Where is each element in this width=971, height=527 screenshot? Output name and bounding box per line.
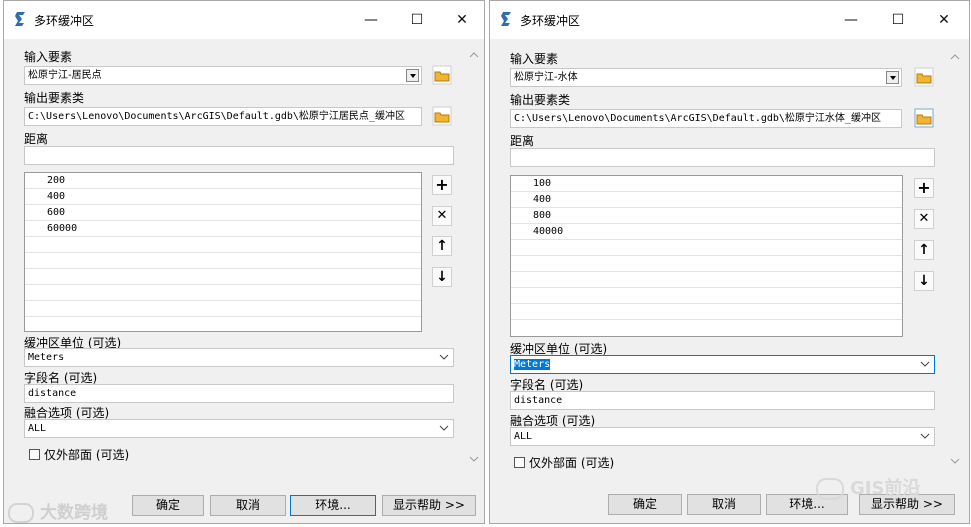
left-environments-button[interactable]: 环境...: [290, 495, 376, 516]
list-item-empty: [25, 269, 421, 285]
left-remove-icon[interactable]: ✕: [432, 206, 452, 226]
right-add-icon[interactable]: +: [914, 178, 934, 198]
right-move-down-icon[interactable]: ↓: [914, 271, 934, 291]
right-close-button[interactable]: ✕: [929, 7, 959, 33]
right-field-input[interactable]: distance: [510, 391, 935, 410]
left-close-button[interactable]: ✕: [447, 7, 477, 33]
list-item[interactable]: 200: [25, 173, 421, 189]
right-outside-only-label: 仅外部面 (可选): [529, 456, 615, 470]
right-input-combo[interactable]: 松原宁江-水体: [510, 68, 902, 87]
left-distance-list[interactable]: 200 400 600 60000: [24, 172, 422, 332]
left-outside-only-label: 仅外部面 (可选): [44, 448, 130, 462]
dropdown-arrow-icon[interactable]: [886, 71, 899, 84]
left-move-down-icon[interactable]: ↓: [432, 267, 452, 287]
right-remove-icon[interactable]: ✕: [914, 209, 934, 229]
right-minimize-button[interactable]: —: [836, 7, 866, 33]
list-item[interactable]: 40000: [511, 224, 902, 240]
left-input-browse-icon[interactable]: [432, 65, 452, 85]
list-item[interactable]: 100: [511, 176, 902, 192]
right-output-label: 输出要素类: [510, 93, 571, 107]
left-window-title: 多环缓冲区: [34, 14, 95, 28]
left-scrollbar[interactable]: [467, 47, 481, 467]
list-item[interactable]: 400: [25, 189, 421, 205]
left-output-field[interactable]: C:\Users\Lenovo\Documents\ArcGIS\Default…: [24, 107, 422, 126]
right-output-browse-icon[interactable]: [914, 108, 934, 128]
dropdown-arrow-icon[interactable]: [406, 69, 419, 82]
list-item-empty: [25, 285, 421, 301]
right-input-value: 松原宁江-水体: [514, 72, 578, 83]
right-titlebar: 多环缓冲区 — ☐ ✕: [490, 1, 969, 39]
chevron-down-icon[interactable]: [439, 352, 449, 362]
arctoolbox-script-icon: [15, 12, 25, 26]
left-ok-button[interactable]: 确定: [132, 495, 204, 516]
wechat-icon: [816, 478, 844, 500]
chevron-down-icon[interactable]: [920, 359, 930, 369]
watermark-logo-icon: [8, 503, 34, 523]
right-distance-list[interactable]: 100 400 800 40000: [510, 175, 903, 337]
right-dissolve-value: ALL: [514, 431, 533, 442]
right-outside-only-checkbox[interactable]: [514, 457, 525, 468]
right-distance-input[interactable]: [510, 148, 935, 167]
left-outside-only-checkbox[interactable]: [29, 449, 40, 460]
left-titlebar: 多环缓冲区 — ☐ ✕: [4, 1, 484, 39]
left-output-browse-icon[interactable]: [432, 106, 452, 126]
left-output-value: C:\Users\Lenovo\Documents\ArcGIS\Default…: [28, 111, 405, 122]
right-cancel-button[interactable]: 取消: [687, 494, 761, 515]
left-move-up-icon[interactable]: ↑: [432, 236, 452, 256]
left-distance-label: 距离: [24, 132, 49, 146]
left-minimize-button[interactable]: —: [356, 7, 386, 33]
right-dissolve-select[interactable]: ALL: [510, 427, 935, 446]
right-output-value: C:\Users\Lenovo\Documents\ArcGIS\Default…: [514, 113, 881, 124]
left-watermark: 大数跨境: [8, 498, 108, 523]
left-field-input[interactable]: distance: [24, 384, 454, 403]
right-distance-label: 距离: [510, 134, 535, 148]
right-unit-select[interactable]: Meters: [510, 355, 935, 374]
right-dialog: 多环缓冲区 — ☐ ✕ 输入要素 松原宁江-水体 输出要素类 C:\Users\…: [489, 0, 970, 524]
right-field-value: distance: [514, 395, 563, 406]
left-input-value: 松原宁江-居民点: [28, 70, 102, 81]
left-dialog: 多环缓冲区 — ☐ ✕ 输入要素 松原宁江-居民点 输出要素类 C:\Users…: [3, 0, 485, 524]
list-item[interactable]: 800: [511, 208, 902, 224]
list-item-empty: [511, 288, 902, 304]
right-input-browse-icon[interactable]: [914, 67, 934, 87]
list-item-empty: [25, 237, 421, 253]
right-maximize-button[interactable]: ☐: [883, 7, 913, 33]
left-dissolve-value: ALL: [28, 423, 47, 434]
chevron-down-icon[interactable]: [920, 431, 930, 441]
left-input-label: 输入要素: [24, 50, 73, 64]
list-item[interactable]: 400: [511, 192, 902, 208]
left-field-value: distance: [28, 388, 77, 399]
right-input-label: 输入要素: [510, 52, 559, 66]
right-move-up-icon[interactable]: ↑: [914, 240, 934, 260]
left-dissolve-select[interactable]: ALL: [24, 419, 454, 438]
right-ok-button[interactable]: 确定: [608, 494, 682, 515]
list-item-empty: [25, 301, 421, 317]
arctoolbox-script-icon: [501, 12, 511, 26]
left-maximize-button[interactable]: ☐: [402, 7, 432, 33]
left-unit-select[interactable]: Meters: [24, 348, 454, 367]
list-item-empty: [25, 253, 421, 269]
list-item[interactable]: 60000: [25, 221, 421, 237]
chevron-down-icon[interactable]: [439, 423, 449, 433]
right-scrollbar[interactable]: [948, 49, 962, 469]
right-unit-value: Meters: [514, 359, 551, 370]
list-item-empty: [511, 304, 902, 320]
left-distance-input[interactable]: [24, 146, 454, 165]
right-watermark: GIS前沿: [816, 474, 920, 500]
list-item[interactable]: 600: [25, 205, 421, 221]
left-help-button[interactable]: 显示帮助 >>: [382, 495, 476, 516]
right-window-title: 多环缓冲区: [520, 14, 581, 28]
list-item-empty: [511, 272, 902, 288]
list-item-empty: [511, 256, 902, 272]
left-add-icon[interactable]: +: [432, 175, 452, 195]
left-cancel-button[interactable]: 取消: [210, 495, 286, 516]
left-input-combo[interactable]: 松原宁江-居民点: [24, 66, 422, 85]
list-item-empty: [511, 240, 902, 256]
left-output-label: 输出要素类: [24, 91, 85, 105]
left-unit-value: Meters: [28, 352, 65, 363]
right-output-field[interactable]: C:\Users\Lenovo\Documents\ArcGIS\Default…: [510, 109, 902, 128]
